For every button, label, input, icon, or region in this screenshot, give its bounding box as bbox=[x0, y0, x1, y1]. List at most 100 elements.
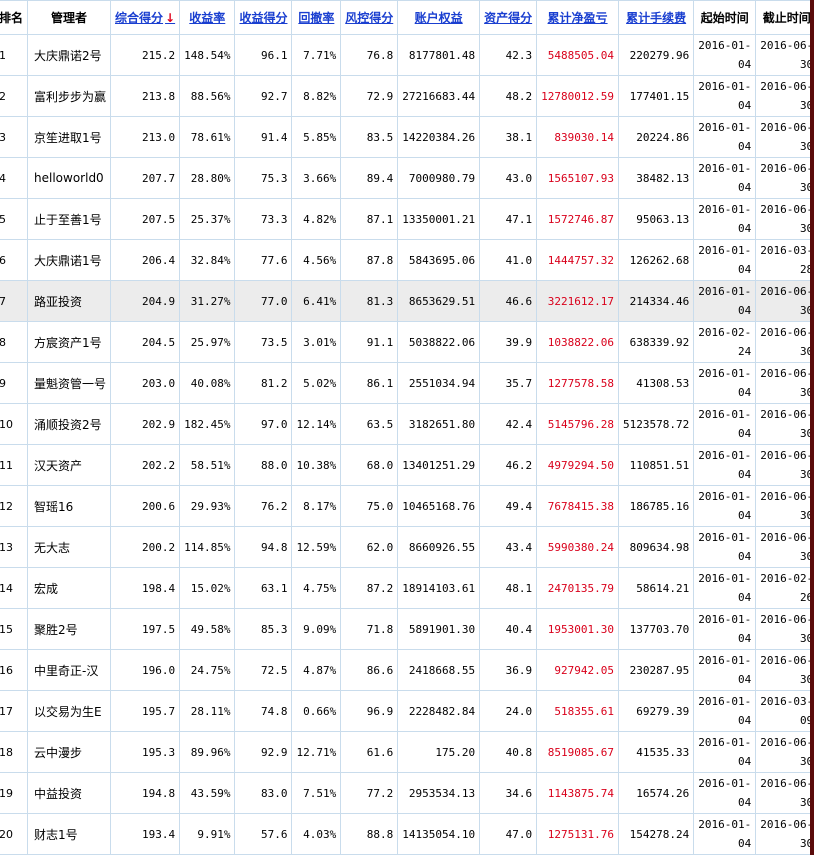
end-date-cell: 2016-06- 30 bbox=[755, 485, 814, 527]
start-date-cell: 2016-01- 04 bbox=[693, 403, 757, 445]
end-date-cell: 2016-06- 30 bbox=[755, 116, 814, 158]
col-cum-fee-sort-link[interactable]: 累计手续费 bbox=[617, 0, 695, 35]
ranking-table: 排名 管理者 综合得分 ↓ 收益率 收益得分 回撤率 风控得分 账户权益 资产得分… bbox=[0, 0, 814, 855]
table-row[interactable]: 11 汉天资产 202.2 58.51% 88.0 10.38% 68.0 13401251.… bbox=[0, 444, 814, 486]
risk-score-cell: 71.8 bbox=[340, 608, 399, 650]
return-score-cell: 57.6 bbox=[234, 813, 293, 855]
col-score-label[interactable]: 综合得分 bbox=[115, 11, 163, 25]
end-date-cell: 2016-02- 26 bbox=[755, 567, 814, 609]
table-row[interactable]: 1大庆鼎诺2号215.2148.54%96.17.71%76.88177801.… bbox=[0, 34, 814, 76]
drawdown-cell: 4.82% bbox=[291, 198, 342, 240]
cum-fee-cell: 214334.46 bbox=[617, 280, 695, 322]
risk-score-cell: 86.1 bbox=[340, 362, 399, 404]
header-row: 排名 管理者 综合得分 ↓ 收益率 收益得分 回撤率 风控得分 账户权益 资产得分… bbox=[0, 0, 814, 35]
score-cell: 204.5 bbox=[110, 321, 181, 363]
cum-pnl-cell: 5990380.24 bbox=[536, 526, 619, 568]
cum-fee-cell: 177401.15 bbox=[617, 75, 695, 117]
start-date-cell: 2016-01- 04 bbox=[693, 608, 757, 650]
end-date-cell: 2016-06- 30 bbox=[755, 526, 814, 568]
table-row[interactable]: 12 智瑶16 200.6 29.93% 76.2 8.17% 75.0 10465168.7… bbox=[0, 485, 814, 527]
cum-fee-cell: 41308.53 bbox=[617, 362, 695, 404]
col-cum-pnl-sort-link[interactable]: 累计净盈亏 bbox=[536, 0, 619, 35]
risk-score-cell: 68.0 bbox=[340, 444, 399, 486]
table-row[interactable]: 3京笙进取1号213.078.61%91.45.85%83.514220384.… bbox=[0, 116, 814, 158]
end-date-cell: 2016-06- 30 bbox=[755, 649, 814, 691]
table-row[interactable]: 2富利步步为赢213.888.56%92.78.82%72.927216683.… bbox=[0, 75, 814, 117]
equity-cell: 5843695.06 bbox=[397, 239, 481, 281]
asset-score-cell: 42.3 bbox=[479, 34, 538, 76]
table-row[interactable]: 13 无大志 200.2 114.85% 94.8 12.59% 62.0 8660926.5… bbox=[0, 526, 814, 568]
cum-fee-cell: 154278.24 bbox=[617, 813, 695, 855]
manager-cell: 量魁资管一号 bbox=[27, 362, 112, 404]
return-score-cell: 74.8 bbox=[234, 690, 293, 732]
equity-cell: 2228482.84 bbox=[397, 690, 481, 732]
rank-cell: 16 bbox=[0, 649, 29, 691]
manager-cell: 中益投资 bbox=[27, 772, 112, 814]
return-score-cell: 77.6 bbox=[234, 239, 293, 281]
drawdown-cell: 7.51% bbox=[291, 772, 342, 814]
start-date-cell: 2016-01- 04 bbox=[693, 526, 757, 568]
score-cell: 198.4 bbox=[110, 567, 181, 609]
cum-pnl-cell: 1565107.93 bbox=[536, 157, 619, 199]
return-score-cell: 75.3 bbox=[234, 157, 293, 199]
equity-cell: 14135054.10 bbox=[397, 813, 481, 855]
asset-score-cell: 39.9 bbox=[479, 321, 538, 363]
cum-pnl-cell: 1275131.76 bbox=[536, 813, 619, 855]
return-rate-cell: 182.45% bbox=[179, 403, 236, 445]
drawdown-cell: 4.87% bbox=[291, 649, 342, 691]
table-row[interactable]: 8方宸资产1号204.525.97%73.53.01%91.15038822.0… bbox=[0, 321, 814, 363]
start-date-cell: 2016-01- 04 bbox=[693, 157, 757, 199]
return-rate-cell: 43.59% bbox=[179, 772, 236, 814]
return-rate-cell: 58.51% bbox=[179, 444, 236, 486]
cum-fee-cell: 110851.51 bbox=[617, 444, 695, 486]
table-row[interactable]: 4helloworld0207.728.80%75.33.66%89.47000… bbox=[0, 157, 814, 199]
rank-cell: 9 bbox=[0, 362, 29, 404]
end-date-cell: 2016-03- 09 bbox=[755, 690, 814, 732]
table-row[interactable]: 10 涌顺投资2号 202.9 182.45% 97.0 12.14% 63.5 318265… bbox=[0, 403, 814, 445]
table-row[interactable]: 15 聚胜2号 197.5 49.58% 85.3 9.09% 71.8 5891901.30… bbox=[0, 608, 814, 650]
table-row[interactable]: 18 云中漫步 195.3 89.96% 92.9 12.71% 61.6 175.20 40.… bbox=[0, 731, 814, 773]
score-cell: 202.2 bbox=[110, 444, 181, 486]
asset-score-cell: 46.2 bbox=[479, 444, 538, 486]
col-drawdown-sort-link[interactable]: 回撤率 bbox=[291, 0, 342, 35]
asset-score-cell: 46.6 bbox=[479, 280, 538, 322]
col-score-sort-link[interactable]: 综合得分 ↓ bbox=[110, 0, 181, 35]
col-asset-score-sort-link[interactable]: 资产得分 bbox=[479, 0, 538, 35]
return-score-cell: 97.0 bbox=[234, 403, 293, 445]
table-row[interactable]: 14 宏成 198.4 15.02% 63.1 4.75% 87.2 18914103.61 4… bbox=[0, 567, 814, 609]
return-rate-cell: 88.56% bbox=[179, 75, 236, 117]
table-row[interactable]: 17 以交易为生E 195.7 28.11% 74.8 0.66% 96.9 2228482.… bbox=[0, 690, 814, 732]
table-row[interactable]: 16 中里奇正-汉 196.0 24.75% 72.5 4.87% 86.6 2418668.… bbox=[0, 649, 814, 691]
drawdown-cell: 9.09% bbox=[291, 608, 342, 650]
score-cell: 200.2 bbox=[110, 526, 181, 568]
col-start-time: 起始时间 bbox=[693, 0, 757, 35]
table-row[interactable]: 20 财志1号 193.4 9.91% 57.6 4.03% 88.8 14135054.10… bbox=[0, 813, 814, 855]
risk-score-cell: 89.4 bbox=[340, 157, 399, 199]
asset-score-cell: 36.9 bbox=[479, 649, 538, 691]
drawdown-cell: 10.38% bbox=[291, 444, 342, 486]
col-equity-sort-link[interactable]: 账户权益 bbox=[397, 0, 481, 35]
risk-score-cell: 87.8 bbox=[340, 239, 399, 281]
equity-cell: 5891901.30 bbox=[397, 608, 481, 650]
asset-score-cell: 35.7 bbox=[479, 362, 538, 404]
col-return-rate-sort-link[interactable]: 收益率 bbox=[179, 0, 236, 35]
drawdown-cell: 5.85% bbox=[291, 116, 342, 158]
manager-cell: 大庆鼎诺2号 bbox=[27, 34, 112, 76]
start-date-cell: 2016-01- 04 bbox=[693, 567, 757, 609]
table-row[interactable]: 9量魁资管一号203.040.08%81.25.02%86.12551034.9… bbox=[0, 362, 814, 404]
col-risk-score-sort-link[interactable]: 风控得分 bbox=[340, 0, 399, 35]
table-row[interactable]: 6大庆鼎诺1号206.432.84%77.64.56%87.85843695.0… bbox=[0, 239, 814, 281]
risk-score-cell: 77.2 bbox=[340, 772, 399, 814]
table-row[interactable]: 19 中益投资 194.8 43.59% 83.0 7.51% 77.2 2953534.13… bbox=[0, 772, 814, 814]
cum-fee-cell: 137703.70 bbox=[617, 608, 695, 650]
table-row[interactable]: 5止于至善1号207.525.37%73.34.82%87.113350001.… bbox=[0, 198, 814, 240]
return-score-cell: 73.5 bbox=[234, 321, 293, 363]
table-row[interactable]: 7路亚投资204.931.27%77.06.41%81.38653629.514… bbox=[0, 280, 814, 322]
col-return-score-sort-link[interactable]: 收益得分 bbox=[234, 0, 293, 35]
start-date-cell: 2016-01- 04 bbox=[693, 116, 757, 158]
drawdown-cell: 6.41% bbox=[291, 280, 342, 322]
cum-fee-cell: 186785.16 bbox=[617, 485, 695, 527]
manager-cell: helloworld0 bbox=[27, 157, 112, 199]
col-manager: 管理者 bbox=[27, 0, 112, 35]
end-date-cell: 2016-06- 30 bbox=[755, 75, 814, 117]
